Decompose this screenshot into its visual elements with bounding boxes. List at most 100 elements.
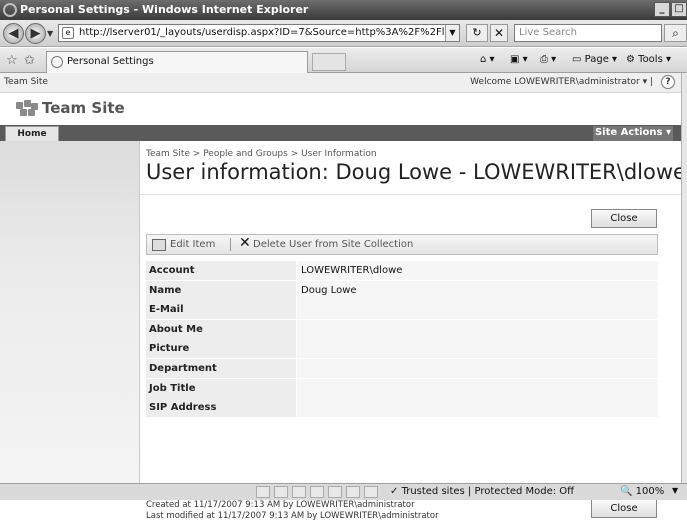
feeds-icon[interactable]: ▣ ▾ (510, 54, 528, 65)
property-row-name: Name Doug Lowe (146, 280, 658, 301)
minimize-button[interactable]: _ (654, 2, 670, 17)
property-label: Picture (146, 339, 296, 359)
breadcrumb[interactable]: Team Site > People and Groups > User Inf… (146, 149, 377, 159)
property-row-job-title: Job Title (146, 378, 658, 399)
toolbar-separator (230, 238, 231, 251)
address-dropdown[interactable]: ▼ (445, 25, 459, 41)
site-actions-menu[interactable]: Site Actions ▾ (593, 126, 673, 141)
delete-x-icon: ✕ (239, 235, 251, 251)
welcome-menu[interactable]: Welcome LOWEWRITER\administrator ▾ | (470, 77, 653, 87)
window-controls: _ □ (654, 2, 687, 17)
site-title[interactable]: Team Site (42, 99, 125, 117)
item-metadata: Created at 11/17/2007 9:13 AM by LOWEWRI… (146, 500, 439, 522)
page-title: User information: Doug Lowe - LOWEWRITER… (146, 160, 686, 184)
property-label: Job Title (146, 378, 296, 398)
close-button-bottom[interactable]: Close (591, 499, 657, 518)
navigation-bar: ◀ ▶ ▼ e http://lserver01/_layouts/userdi… (0, 20, 687, 47)
forward-button[interactable]: ▶ (25, 23, 46, 44)
window-title: Personal Settings - Windows Internet Exp… (20, 3, 309, 16)
status-bar: ✓ Trusted sites | Protected Mode: Off 🔍 … (0, 483, 687, 500)
edit-item-icon (152, 239, 166, 251)
favorites-star-icon[interactable]: ☆ (6, 53, 18, 68)
address-bar[interactable]: e http://lserver01/_layouts/userdisp.asp… (58, 24, 460, 42)
help-icon[interactable]: ? (661, 75, 675, 89)
delete-user-button[interactable]: Delete User from Site Collection (253, 239, 413, 250)
property-row-about-me: About Me (146, 319, 658, 340)
zoom-dropdown-icon[interactable]: ▼ (672, 486, 678, 495)
status-pane (346, 486, 360, 498)
sharepoint-page: Team Site Welcome LOWEWRITER\administrat… (0, 73, 686, 521)
property-row-sip-address: SIP Address (146, 398, 658, 418)
stop-button[interactable]: ✕ (490, 24, 508, 42)
property-value: Doug Lowe (297, 280, 658, 300)
new-tab-button[interactable] (312, 53, 346, 71)
property-value (297, 319, 658, 339)
global-site-link[interactable]: Team Site (4, 77, 48, 87)
left-navigation (0, 141, 140, 483)
security-zone[interactable]: ✓ Trusted sites | Protected Mode: Off (390, 486, 574, 497)
vertical-scrollbar[interactable] (681, 73, 687, 483)
property-label: Name (146, 280, 296, 300)
window-title-bar: Personal Settings - Windows Internet Exp… (0, 0, 687, 20)
property-label: Department (146, 358, 296, 378)
site-logo-icon (16, 100, 38, 116)
property-value (297, 398, 658, 418)
page-menu[interactable]: ▭ Page ▾ (572, 54, 617, 65)
site-actions-label: Site Actions (594, 127, 663, 138)
tools-menu[interactable]: ⚙ Tools ▾ (626, 54, 671, 65)
page-icon: e (62, 27, 74, 39)
property-value (297, 358, 658, 378)
tab-bar: ☆ ✩ Personal Settings ⌂ ▾ ▣ ▾ ⎙ ▾ ▭ Page… (0, 48, 687, 73)
add-favorites-icon[interactable]: ✩ (24, 53, 35, 68)
property-value (297, 300, 658, 320)
status-pane (328, 486, 342, 498)
refresh-button[interactable]: ↻ (466, 24, 488, 42)
status-pane (310, 486, 324, 498)
property-row-account: Account LOWEWRITER\dlowe (146, 261, 658, 281)
print-icon[interactable]: ⎙ ▾ (540, 54, 556, 65)
property-row-picture: Picture (146, 339, 658, 359)
property-label: Account (146, 261, 296, 280)
welcome-label: Welcome LOWEWRITER\administrator (470, 77, 640, 87)
property-value: LOWEWRITER\dlowe (297, 261, 658, 280)
zoom-label: 100% (635, 486, 665, 497)
modified-info: Last modified at 11/17/2007 9:13 AM by L… (146, 511, 439, 521)
recent-pages-dropdown[interactable]: ▼ (47, 29, 53, 38)
ie-logo-icon (3, 3, 17, 17)
zoom-level[interactable]: 🔍 100% (620, 486, 664, 497)
home-icon[interactable]: ⌂ ▾ (480, 54, 495, 65)
property-value (297, 378, 658, 398)
user-info-content: Close Edit Item ✕ Delete User from Site … (140, 195, 681, 521)
property-value (297, 339, 658, 359)
status-pane (256, 486, 270, 498)
tab-personal-settings[interactable]: Personal Settings (46, 51, 308, 73)
security-zone-label: Trusted sites | Protected Mode: Off (401, 486, 575, 497)
search-icon[interactable]: ⌕ (664, 24, 687, 42)
user-properties-table: Account LOWEWRITER\dlowe Name Doug Lowe … (146, 261, 658, 418)
property-label: About Me (146, 319, 296, 339)
property-row-department: Department (146, 358, 658, 379)
maximize-button[interactable]: □ (671, 2, 687, 17)
tab-label: Personal Settings (67, 56, 154, 67)
tab-page-icon (51, 56, 63, 68)
tab-home[interactable]: Home (5, 126, 59, 141)
top-navigation: Home Site Actions ▾ (0, 125, 681, 141)
item-toolbar: Edit Item ✕ Delete User from Site Collec… (146, 234, 658, 255)
page-title-area: Team Site > People and Groups > User Inf… (140, 141, 686, 195)
property-label: SIP Address (146, 398, 296, 418)
property-row-email: E-Mail (146, 300, 658, 320)
global-bar: Team Site Welcome LOWEWRITER\administrat… (0, 73, 681, 93)
site-header: Team Site (0, 93, 681, 125)
status-pane (274, 486, 288, 498)
page-menu-label: Page (584, 54, 609, 65)
address-url[interactable]: http://lserver01/_layouts/userdisp.aspx?… (79, 27, 459, 38)
close-button-top[interactable]: Close (591, 209, 657, 228)
back-button[interactable]: ◀ (3, 23, 24, 44)
status-pane (292, 486, 306, 498)
tools-menu-label: Tools (638, 54, 663, 65)
security-icon[interactable] (364, 486, 378, 498)
edit-item-button[interactable]: Edit Item (170, 239, 215, 250)
created-info: Created at 11/17/2007 9:13 AM by LOWEWRI… (146, 500, 415, 510)
property-label: E-Mail (146, 300, 296, 320)
search-input[interactable]: Live Search (514, 24, 662, 42)
